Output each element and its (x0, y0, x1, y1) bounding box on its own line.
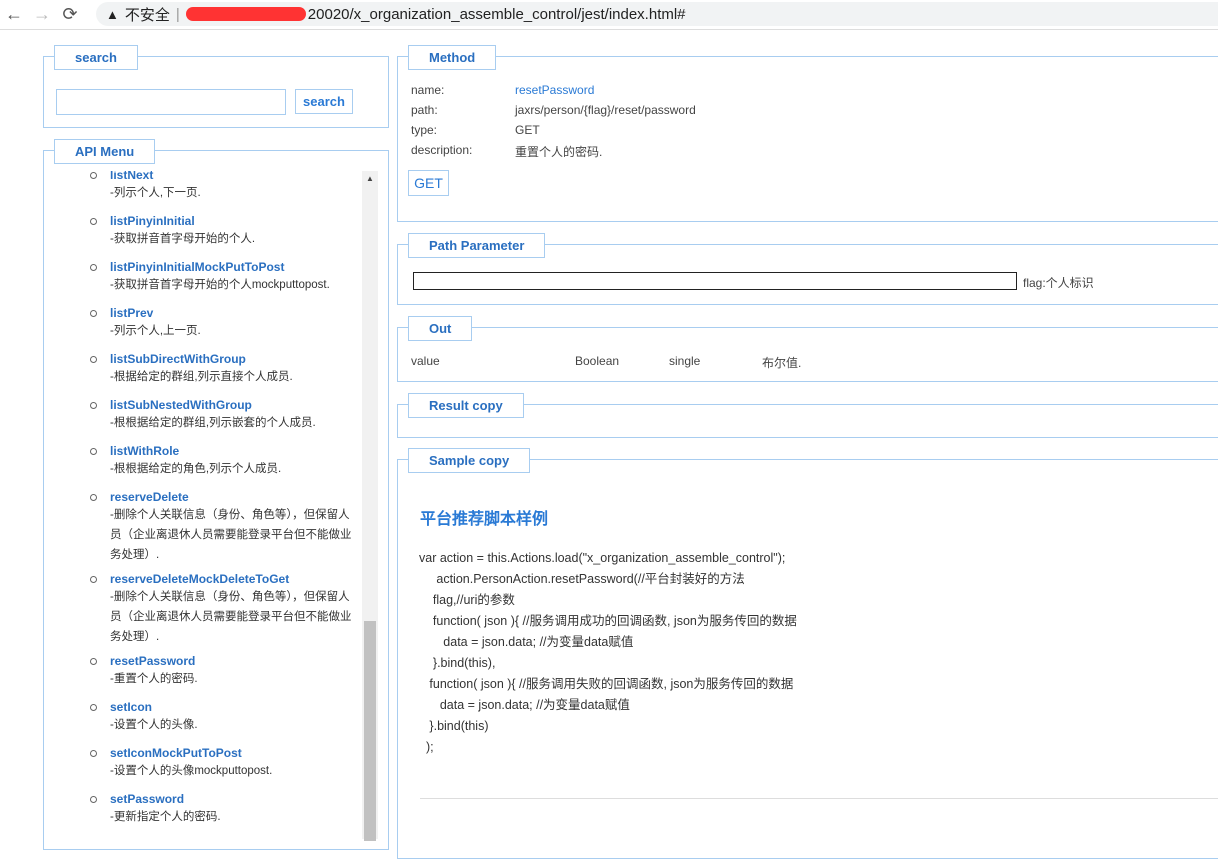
search-legend: search (54, 45, 138, 70)
menu-item[interactable]: listNext -列示个人,下一页. (90, 171, 360, 203)
method-type: GET (515, 123, 540, 137)
result-copy-legend[interactable]: Result copy (408, 393, 524, 418)
warning-icon: ▲ (106, 6, 119, 22)
menu-item-desc: -获取拼音首字母开始的个人. (110, 233, 256, 245)
scroll-up-icon[interactable]: ▲ (362, 171, 378, 187)
code-line: }.bind(this) (419, 719, 489, 733)
api-menu-list: listNext -列示个人,下一页. listPinyinInitial -获取拼… (44, 171, 364, 837)
code-line: flag,//uri的参数 (419, 593, 515, 607)
name-label: name: (411, 83, 445, 97)
menu-item-desc: -根据给定的群组,列示直接个人成员. (110, 371, 293, 383)
path-parameter-panel: Path Parameter flag:个人标识 (397, 233, 1218, 305)
menu-item[interactable]: listSubNestedWithGroup -根根据给定的群组,列示嵌套的个人成… (90, 397, 360, 433)
method-description: 重置个人的密码. (515, 145, 603, 159)
menu-item-desc: -列示个人,上一页. (110, 325, 201, 337)
menu-item-name[interactable]: listPinyinInitialMockPutToPost (110, 259, 360, 275)
get-button[interactable]: GET (408, 170, 449, 196)
sample-copy-legend[interactable]: Sample copy (408, 448, 531, 473)
scrollbar-thumb[interactable] (364, 621, 376, 841)
menu-item-desc: -重置个人的密码. (110, 673, 198, 685)
menu-item-name[interactable]: listPinyinInitial (110, 213, 360, 229)
code-line: ); (419, 740, 434, 754)
menu-item-desc: -更新指定个人的密码. (110, 811, 221, 823)
code-line: function( json ){ //服务调用成功的回调函数, json为服务… (419, 614, 797, 628)
menu-item-name[interactable]: listSubNestedWithGroup (110, 397, 360, 413)
menu-item[interactable]: setPassword -更新指定个人的密码. (90, 791, 360, 827)
method-name: resetPassword (515, 83, 595, 97)
code-line: }.bind(this), (419, 656, 496, 670)
method-path: jaxrs/person/{flag}/reset/password (515, 103, 696, 117)
menu-item-desc: -根根据给定的角色,列示个人成员. (110, 463, 282, 475)
menu-item[interactable]: resetPassword -重置个人的密码. (90, 653, 360, 689)
security-label: 不安全 (124, 6, 170, 24)
sample-title: 平台推荐脚本样例 (420, 511, 549, 528)
flag-label: flag:个人标识 (1023, 276, 1094, 290)
method-legend: Method (408, 45, 497, 70)
out-description: 布尔值. (762, 356, 802, 370)
sample-panel: Sample copy 平台推荐脚本样例 var action = this.A… (397, 448, 1218, 859)
search-input[interactable] (56, 89, 286, 115)
redacted-host (185, 7, 306, 21)
reload-button[interactable]: ⟳ (56, 4, 84, 25)
menu-item-desc: -删除个人关联信息（身份、角色等），但保留人员（企业离退休人员需要能登录平台但不… (110, 591, 352, 643)
address-bar[interactable]: ▲ 不安全 | 20020/x_organization_assemble_co… (96, 2, 1218, 26)
flag-input[interactable] (413, 272, 1017, 290)
divider: | (175, 5, 180, 23)
menu-item-desc: -获取拼音首字母开始的个人mockputtopost. (110, 279, 330, 291)
path-parameter-legend: Path Parameter (408, 233, 546, 258)
menu-item-name[interactable]: listNext (110, 171, 360, 183)
menu-item[interactable]: listPinyinInitialMockPutToPost -获取拼音首字母开始… (90, 259, 360, 295)
out-legend: Out (408, 316, 473, 341)
code-line: function( json ){ //服务调用失败的回调函数, json为服务… (419, 677, 794, 691)
search-panel: search search (43, 45, 389, 128)
menu-item[interactable]: listSubDirectWithGroup -根据给定的群组,列示直接个人成员. (90, 351, 360, 387)
path-label: path: (411, 103, 438, 117)
menu-item-desc: -根根据给定的群组,列示嵌套的个人成员. (110, 417, 316, 429)
type-label: type: (411, 123, 438, 137)
result-panel: Result copy (397, 393, 1218, 438)
browser-toolbar: ← → ⟳ ▲ 不安全 | 20020/x_organization_assem… (0, 0, 1218, 30)
menu-item[interactable]: listPrev -列示个人,上一页. (90, 305, 360, 341)
menu-item-name[interactable]: setIconMockPutToPost (110, 745, 360, 761)
menu-item-desc: -列示个人,下一页. (110, 187, 201, 199)
menu-item-desc: -设置个人的头像mockputtopost. (110, 765, 273, 777)
api-menu-panel: API Menu listNext -列示个人,下一页. listPinyinIn… (43, 139, 389, 850)
code-line: var action = this.Actions.load("x_organi… (419, 551, 786, 565)
menu-item-name[interactable]: resetPassword (110, 653, 360, 669)
menu-item[interactable]: setIconMockPutToPost -设置个人的头像mockputtopos… (90, 745, 360, 781)
out-name: value (411, 354, 440, 368)
api-menu-legend: API Menu (54, 139, 156, 164)
menu-item-desc: -删除个人关联信息（身份、角色等），但保留人员（企业离退休人员需要能登录平台但不… (110, 509, 352, 561)
menu-item-name[interactable]: setPassword (110, 791, 360, 807)
menu-item[interactable]: reserveDeleteMockDeleteToGet -删除个人关联信息（身份… (90, 571, 360, 647)
menu-item-name[interactable]: reserveDelete (110, 489, 360, 505)
menu-item[interactable]: reserveDelete -删除个人关联信息（身份、角色等），但保留人员（企业离… (90, 489, 360, 565)
menu-item-name[interactable]: listSubDirectWithGroup (110, 351, 360, 367)
method-panel: Method name: resetPassword path: jaxrs/p… (397, 45, 1218, 222)
out-panel: Out value Boolean single 布尔值. (397, 316, 1218, 382)
back-button[interactable]: ← (0, 4, 28, 25)
menu-item-name[interactable]: reserveDeleteMockDeleteToGet (110, 571, 360, 587)
menu-scrollbar[interactable]: ▲ (362, 171, 378, 841)
divider (420, 798, 1218, 799)
menu-item-name[interactable]: setIcon (110, 699, 360, 715)
url-text: 20020/x_organization_assemble_control/je… (307, 5, 686, 23)
code-line: action.PersonAction.resetPassword(//平台封装… (419, 572, 745, 586)
menu-item[interactable]: listWithRole -根根据给定的角色,列示个人成员. (90, 443, 360, 479)
menu-item-name[interactable]: listWithRole (110, 443, 360, 459)
menu-item-desc: -设置个人的头像. (110, 719, 198, 731)
out-type: Boolean (575, 354, 620, 368)
forward-button[interactable]: → (28, 4, 56, 25)
menu-item[interactable]: setIcon -设置个人的头像. (90, 699, 360, 735)
out-multiplicity: single (669, 354, 701, 368)
menu-item-name[interactable]: listPrev (110, 305, 360, 321)
code-line: data = json.data; //为变量data赋值 (419, 635, 634, 649)
menu-item[interactable]: listPinyinInitial -获取拼音首字母开始的个人. (90, 213, 360, 249)
description-label: description: (411, 143, 473, 157)
search-button[interactable]: search (295, 89, 353, 114)
code-line: data = json.data; //为变量data赋值 (419, 698, 630, 712)
